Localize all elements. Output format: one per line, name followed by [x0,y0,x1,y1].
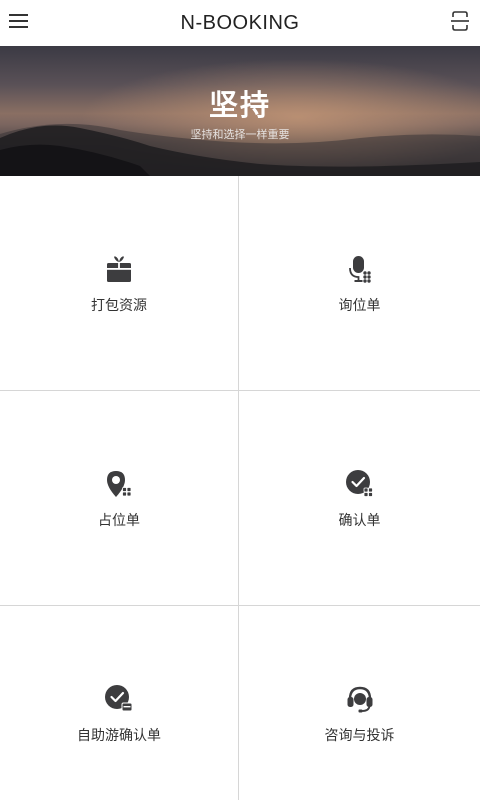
headset-icon [347,686,372,713]
hamburger-menu-icon[interactable] [8,11,30,31]
banner-subtitle: 坚持和选择一样重要 [190,128,290,141]
tile-hold-order[interactable]: 占位单 [0,391,239,606]
check-circle-card-icon [105,685,133,712]
gift-box-icon [107,256,131,282]
tile-label: 占位单 [98,513,140,529]
hero-banner: 坚持 坚持和选择一样重要 [0,46,480,176]
app-header: N-BOOKING [0,0,480,46]
tile-label: 咨询与投诉 [324,728,395,744]
tile-confirmation-order[interactable]: 确认单 [239,391,480,606]
tile-label: 询位单 [338,298,381,314]
menu-grid: 打包资源 询位单 占位单 确认单 自助游确认单 咨询与投诉 [0,176,480,800]
tile-label: 确认单 [338,513,381,529]
location-pin-grid-icon [107,471,132,497]
microphone-grid-icon [348,256,371,283]
tile-consult-complaint[interactable]: 咨询与投诉 [239,606,480,800]
check-circle-grid-icon [345,470,373,497]
banner-title: 坚持 [208,88,271,122]
tile-inquiry-order[interactable]: 询位单 [239,176,480,391]
app-title: N-BOOKING [180,11,300,34]
tile-self-guided-confirmation[interactable]: 自助游确认单 [0,606,239,800]
scan-icon[interactable] [450,10,470,32]
tile-label: 打包资源 [91,298,147,314]
tile-label: 自助游确认单 [77,728,161,744]
tile-package-resources[interactable]: 打包资源 [0,176,239,391]
